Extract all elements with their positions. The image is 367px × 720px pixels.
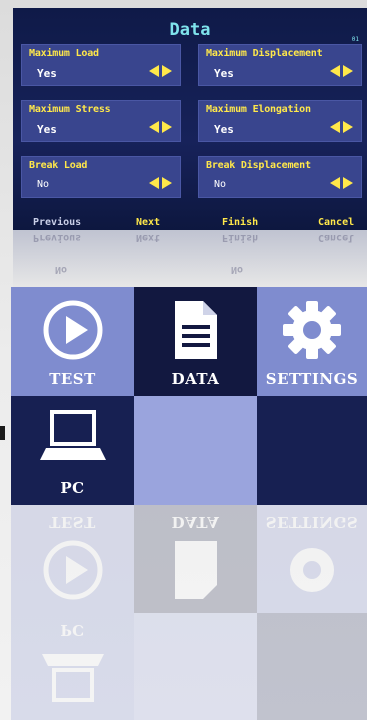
option-label: Maximum Elongation (206, 104, 311, 115)
arrow-left-icon[interactable] (330, 121, 340, 133)
option-label: Maximum Load (29, 48, 99, 59)
reflection-label: PC (60, 621, 85, 639)
gear-icon (290, 548, 334, 592)
test-label: TEST (49, 370, 96, 388)
reflection-text: No (55, 264, 68, 275)
page-number: 01 (351, 36, 359, 43)
option-label: Break Load (29, 160, 88, 171)
option-maximum-displacement[interactable]: Maximum Displacement Yes (198, 44, 362, 86)
arrow-right-icon[interactable] (162, 65, 172, 77)
option-value: Yes (214, 123, 234, 136)
reflection-tile: TEST (11, 505, 134, 613)
arrow-right-icon[interactable] (343, 65, 353, 77)
arrow-left-icon[interactable] (330, 177, 340, 189)
arrow-left-icon[interactable] (330, 65, 340, 77)
pc-label: PC (60, 479, 85, 497)
cancel-button[interactable]: Cancel (318, 217, 354, 228)
option-value: Yes (37, 67, 57, 80)
reflection-text: Next (136, 232, 161, 243)
side-bracket (0, 426, 5, 440)
reflection-text: No (231, 264, 244, 275)
option-value: No (37, 179, 50, 190)
reflection-label: DATA (171, 513, 220, 531)
document-icon (174, 301, 217, 359)
laptop-icon (41, 654, 104, 702)
test-tile[interactable]: TEST (11, 287, 134, 396)
reflection-text: Finish (222, 232, 259, 243)
data-tile[interactable]: DATA (134, 287, 257, 396)
option-arrows (330, 177, 353, 189)
option-maximum-load[interactable]: Maximum Load Yes (21, 44, 181, 86)
arrow-right-icon[interactable] (343, 177, 353, 189)
option-arrows (149, 65, 172, 77)
option-value: No (214, 179, 227, 190)
reflection-tile: DATA (134, 505, 257, 613)
arrow-left-icon[interactable] (149, 177, 159, 189)
option-value: Yes (214, 67, 234, 80)
data-label: DATA (171, 370, 220, 388)
settings-tile[interactable]: SETTINGS (257, 287, 367, 396)
arrow-left-icon[interactable] (149, 65, 159, 77)
empty-tile (257, 396, 367, 505)
option-label: Maximum Displacement (206, 48, 323, 59)
gear-icon (283, 301, 341, 359)
option-break-displacement[interactable]: Break Displacement No (198, 156, 362, 198)
pc-tile[interactable]: PC (11, 396, 134, 505)
arrow-right-icon[interactable] (343, 121, 353, 133)
option-arrows (149, 121, 172, 133)
data-screen: Data 01 Maximum Load Yes Maximum Displac… (13, 8, 367, 230)
reflection-label: TEST (49, 513, 96, 531)
settings-label: SETTINGS (265, 370, 359, 388)
arrow-left-icon[interactable] (149, 121, 159, 133)
option-value: Yes (37, 123, 57, 136)
reflection-tile: PC (11, 613, 134, 720)
reflection-tile (257, 613, 367, 720)
reflection-tile: SETTINGS (257, 505, 367, 613)
reflection-tile (134, 613, 257, 720)
option-break-load[interactable]: Break Load No (21, 156, 181, 198)
reflection-text: Cancel (318, 232, 355, 243)
option-label: Break Displacement (206, 160, 311, 171)
reflection-label: SETTINGS (265, 513, 359, 531)
option-maximum-elongation[interactable]: Maximum Elongation Yes (198, 100, 362, 142)
main-menu: TEST DATA SETTINGS PC (11, 287, 367, 505)
previous-button[interactable]: Previous (33, 217, 81, 228)
empty-tile (134, 396, 257, 505)
screen-title: Data (169, 20, 211, 40)
document-icon (174, 541, 217, 599)
option-label: Maximum Stress (29, 104, 111, 115)
laptop-icon (39, 410, 106, 460)
play-icon (43, 540, 102, 600)
finish-button[interactable]: Finish (222, 217, 258, 228)
option-arrows (149, 177, 172, 189)
reflection-text: Previous (33, 232, 82, 243)
next-button[interactable]: Next (136, 217, 160, 228)
data-screen-reflection: Previous Next Finish Cancel No No (13, 230, 367, 288)
option-maximum-stress[interactable]: Maximum Stress Yes (21, 100, 181, 142)
arrow-right-icon[interactable] (162, 121, 172, 133)
menu-reflection: PC TEST DATA SETTINGS (11, 505, 367, 720)
option-arrows (330, 65, 353, 77)
play-icon (43, 300, 102, 360)
arrow-right-icon[interactable] (162, 177, 172, 189)
option-arrows (330, 121, 353, 133)
